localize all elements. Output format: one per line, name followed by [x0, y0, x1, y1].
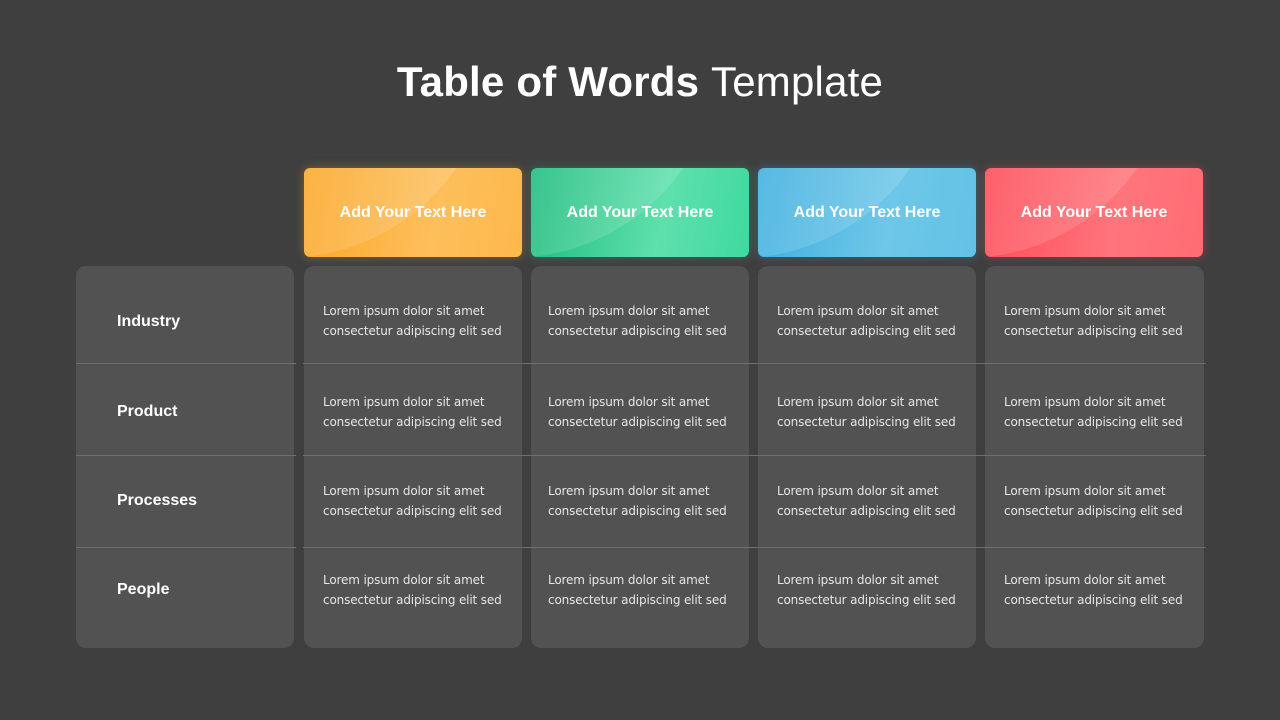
cell-line-2: consectetur adipiscing elit sed — [548, 415, 727, 429]
cell-line-2: consectetur adipiscing elit sed — [1004, 593, 1183, 607]
row-label-processes: Processes — [117, 492, 198, 509]
table-cell: Lorem ipsum dolor sit amet consectetur a… — [1004, 301, 1183, 341]
cell-line-1: Lorem ipsum dolor sit amet — [323, 573, 485, 587]
cell-line-1: Lorem ipsum dolor sit amet — [323, 304, 485, 318]
cell-line-1: Lorem ipsum dolor sit amet — [1004, 484, 1166, 498]
row-divider — [76, 455, 296, 456]
cell-line-1: Lorem ipsum dolor sit amet — [1004, 573, 1166, 587]
row-label-people: People — [117, 581, 170, 598]
cell-line-1: Lorem ipsum dolor sit amet — [1004, 304, 1166, 318]
table-cell: Lorem ipsum dolor sit amet consectetur a… — [323, 301, 502, 341]
row-labels-card — [76, 266, 294, 648]
page-title: Table of Words Template — [0, 56, 1280, 108]
column-header-label: Add Your Text Here — [339, 203, 487, 221]
row-divider — [303, 455, 1206, 456]
row-divider — [303, 363, 1206, 364]
table-cell: Lorem ipsum dolor sit amet consectetur a… — [323, 392, 502, 432]
table-cell: Lorem ipsum dolor sit amet consectetur a… — [548, 392, 727, 432]
table-cell: Lorem ipsum dolor sit amet consectetur a… — [323, 570, 502, 610]
cell-line-2: consectetur adipiscing elit sed — [1004, 415, 1183, 429]
table-cell: Lorem ipsum dolor sit amet consectetur a… — [323, 481, 502, 521]
cell-line-1: Lorem ipsum dolor sit amet — [548, 573, 710, 587]
cell-line-1: Lorem ipsum dolor sit amet — [1004, 395, 1166, 409]
row-label-product: Product — [117, 403, 178, 420]
cell-line-2: consectetur adipiscing elit sed — [548, 504, 727, 518]
cell-line-2: consectetur adipiscing elit sed — [548, 324, 727, 338]
cell-line-1: Lorem ipsum dolor sit amet — [548, 484, 710, 498]
cell-line-2: consectetur adipiscing elit sed — [323, 593, 502, 607]
cell-line-1: Lorem ipsum dolor sit amet — [548, 304, 710, 318]
table-cell: Lorem ipsum dolor sit amet consectetur a… — [1004, 392, 1183, 432]
cell-line-2: consectetur adipiscing elit sed — [323, 324, 502, 338]
cell-line-2: consectetur adipiscing elit sed — [323, 504, 502, 518]
table-cell: Lorem ipsum dolor sit amet consectetur a… — [1004, 481, 1183, 521]
cell-line-2: consectetur adipiscing elit sed — [777, 324, 956, 338]
row-divider — [76, 547, 296, 548]
column-header-label: Add Your Text Here — [566, 203, 714, 221]
cell-line-2: consectetur adipiscing elit sed — [323, 415, 502, 429]
cell-line-1: Lorem ipsum dolor sit amet — [777, 573, 939, 587]
cell-line-2: consectetur adipiscing elit sed — [1004, 324, 1183, 338]
row-divider — [76, 363, 296, 364]
table-cell: Lorem ipsum dolor sit amet consectetur a… — [1004, 570, 1183, 610]
cell-line-2: consectetur adipiscing elit sed — [777, 593, 956, 607]
title-bold: Table of Words — [396, 58, 700, 105]
column-header-label: Add Your Text Here — [793, 203, 941, 221]
cell-line-1: Lorem ipsum dolor sit amet — [323, 395, 485, 409]
cell-line-1: Lorem ipsum dolor sit amet — [777, 304, 939, 318]
cell-line-2: consectetur adipiscing elit sed — [548, 593, 727, 607]
table-cell: Lorem ipsum dolor sit amet consectetur a… — [777, 392, 956, 432]
cell-line-2: consectetur adipiscing elit sed — [1004, 504, 1183, 518]
cell-line-1: Lorem ipsum dolor sit amet — [548, 395, 710, 409]
table-cell: Lorem ipsum dolor sit amet consectetur a… — [777, 481, 956, 521]
cell-line-1: Lorem ipsum dolor sit amet — [777, 484, 939, 498]
table-cell: Lorem ipsum dolor sit amet consectetur a… — [548, 481, 727, 521]
column-header-1: Add Your Text Here — [304, 168, 522, 257]
row-label-industry: Industry — [117, 313, 181, 330]
cell-line-2: consectetur adipiscing elit sed — [777, 504, 956, 518]
column-header-label: Add Your Text Here — [1020, 203, 1168, 221]
column-header-3: Add Your Text Here — [758, 168, 976, 257]
column-header-2: Add Your Text Here — [531, 168, 749, 257]
table-cell: Lorem ipsum dolor sit amet consectetur a… — [777, 301, 956, 341]
table-cell: Lorem ipsum dolor sit amet consectetur a… — [777, 570, 956, 610]
title-light: Template — [711, 58, 884, 105]
cell-line-1: Lorem ipsum dolor sit amet — [777, 395, 939, 409]
table-cell: Lorem ipsum dolor sit amet consectetur a… — [548, 301, 727, 341]
column-header-4: Add Your Text Here — [985, 168, 1203, 257]
row-divider — [303, 547, 1206, 548]
slide: Table of Words Template Add Your Text He… — [0, 0, 1280, 720]
cell-line-1: Lorem ipsum dolor sit amet — [323, 484, 485, 498]
cell-line-2: consectetur adipiscing elit sed — [777, 415, 956, 429]
table-cell: Lorem ipsum dolor sit amet consectetur a… — [548, 570, 727, 610]
